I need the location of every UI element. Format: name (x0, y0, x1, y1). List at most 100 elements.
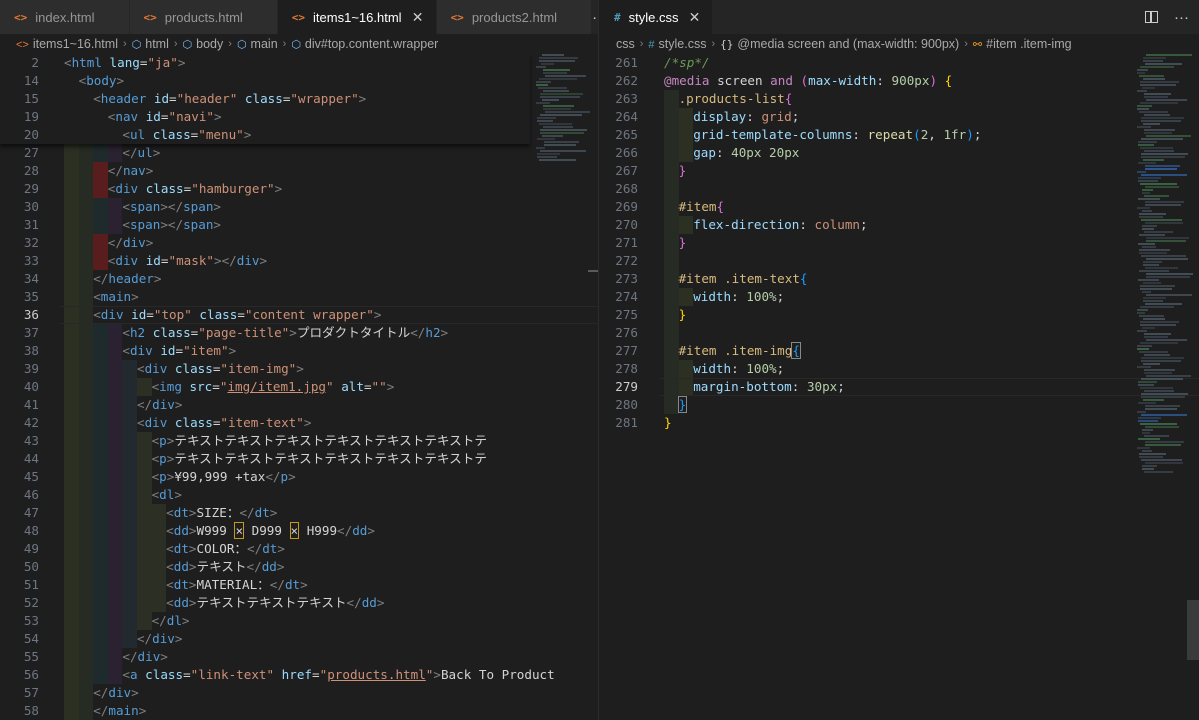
code-line[interactable]: 50 <dd>テキスト</dd> (0, 558, 530, 576)
indent-guide (107, 558, 123, 576)
tab-products-html[interactable]: <>products.html✕ (129, 0, 278, 34)
code-line[interactable]: 40 <img src="img/item1.jpg" alt=""> (0, 378, 530, 396)
breadcrumb-item[interactable]: ⚯ #item .item-img (973, 37, 1072, 51)
minimap-line (1139, 453, 1166, 455)
breadcrumb-item[interactable]: ⬡ body (183, 37, 224, 51)
code-line[interactable]: 33 <div id="mask"></div> (0, 252, 530, 270)
code-line[interactable]: 41 </div> (0, 396, 530, 414)
code-editor-css[interactable]: 261/*sp*/262 @media screen and (max-width… (600, 54, 1199, 720)
minimap-line (1142, 432, 1150, 434)
code-line[interactable]: 56 <a class="link-text" href="products.ht… (0, 666, 555, 684)
breadcrumb-item[interactable]: css (616, 37, 635, 51)
line-number: 54 (23, 631, 39, 646)
split-editor-icon[interactable] (1145, 11, 1158, 23)
code-line[interactable]: 272 (600, 252, 1130, 270)
code-line[interactable]: 34 </header> (0, 270, 530, 288)
code-line[interactable]: 39 <div class="item-img"> (0, 360, 530, 378)
code-line[interactable]: 42 <div class="item-text"> (0, 414, 530, 432)
code-line[interactable]: 262 @media screen and (max-width: 900px) … (600, 72, 1130, 90)
minimap[interactable] (534, 54, 598, 720)
breadcrumb-item[interactable]: ⬡ main (237, 37, 278, 51)
code-line[interactable]: 29 <div class="hamburger"> (0, 180, 530, 198)
code-line[interactable]: 275} (600, 306, 1130, 324)
code-line[interactable]: 57 </div> (0, 684, 530, 702)
code-line[interactable]: 269 #item{ (600, 198, 1130, 216)
code-line[interactable]: 261 /*sp*/ (600, 54, 1130, 72)
code-token: "header" (176, 91, 238, 106)
code-line[interactable]: 47 <dt>SIZE：</dt> (0, 504, 530, 522)
close-icon[interactable]: ✕ (410, 9, 426, 26)
code-line[interactable]: 35 <main> (0, 288, 530, 306)
code-line[interactable]: 53 </dl> (0, 612, 530, 630)
breadcrumb-item[interactable]: ⬡ div#top.content.wrapper (291, 37, 438, 51)
code-line[interactable]: 270 flex-direction: column; (600, 216, 1130, 234)
sticky-scroll-header[interactable]: 2 <html lang="ja"> 14 <body> 15 <header id="h… (0, 54, 530, 144)
code-line[interactable]: 280} (600, 396, 1130, 414)
minimap-line (1138, 141, 1157, 143)
code-line[interactable]: 281} (600, 414, 1130, 432)
code-line[interactable]: 14 <body> (0, 72, 530, 90)
breadcrumb-item[interactable]: {} @media screen and (max-width: 900px) (720, 37, 959, 51)
code-token: MATERIAL： (196, 577, 270, 592)
code-line[interactable]: 263 .products-list{ (600, 90, 1130, 108)
code-line[interactable]: 264 display: grid; (600, 108, 1130, 126)
code-line[interactable]: 31 <span></span> (0, 216, 530, 234)
code-line[interactable]: 36 <div id="top" class="content wrapper"> (0, 306, 598, 324)
code-line[interactable]: 274 width: 100%; (600, 288, 1130, 306)
code-line[interactable]: 265 grid-template-columns: repeat(2, 1fr)… (600, 126, 1130, 144)
code-line[interactable]: 54 </div> (0, 630, 530, 648)
code-line[interactable]: 32 </div> (0, 234, 530, 252)
code-line[interactable]: 48 <dd>W999 × D999 × H999</dd> (0, 522, 530, 540)
code-line[interactable]: 51 <dt>MATERIAL：</dt> (0, 576, 530, 594)
code-line[interactable]: 267} (600, 162, 1130, 180)
code-line[interactable]: 273 #item .item-text{ (600, 270, 1130, 288)
code-token: " (326, 379, 334, 394)
code-editor-html[interactable]: 27 </ul> 28 </nav> 29 <div class="hamburger">… (0, 54, 598, 720)
code-line[interactable]: 2 <html lang="ja"> (0, 54, 530, 72)
indent-guide (678, 216, 694, 234)
breadcrumb-item[interactable]: ⬡ html (132, 37, 169, 51)
code-line[interactable]: 46 <dl> (0, 486, 530, 504)
code-line[interactable]: 45 <p>¥99,999 +tax</p> (0, 468, 530, 486)
code-line[interactable]: 19 <nav id="navi"> (0, 108, 530, 126)
minimap-line (1141, 396, 1185, 398)
breadcrumb-item[interactable]: <> items1~16.html (16, 37, 118, 51)
tab-index-html[interactable]: <>index.html✕ (0, 0, 130, 34)
code-line[interactable]: 266 gap: 40px 20px (600, 144, 1130, 162)
code-line[interactable]: 38 <div id="item"> (0, 342, 530, 360)
code-line[interactable]: 278 width: 100%; (600, 360, 1130, 378)
code-token: = (146, 307, 154, 322)
code-line[interactable]: 27 </ul> (0, 144, 530, 162)
code-line[interactable]: 52 <dd>テキストテキストテキスト</dd> (0, 594, 530, 612)
close-icon[interactable]: ✕ (686, 9, 702, 26)
vertical-scrollbar[interactable] (1187, 54, 1199, 720)
code-line[interactable]: 279 margin-bottom: 30px; (600, 378, 1199, 396)
code-token: : (799, 217, 815, 232)
code-line[interactable]: 30 <span></span> (0, 198, 530, 216)
indent-guide (93, 126, 108, 144)
code-line[interactable]: 44 <p>テキストテキストテキストテキストテキストテキストテ (0, 450, 530, 468)
breadcrumb-item[interactable]: # style.css (648, 37, 706, 51)
code-line[interactable]: 276 (600, 324, 1130, 342)
code-line[interactable]: 271} (600, 234, 1130, 252)
tab-items1-16-html[interactable]: <> items1~16.html ✕ (277, 0, 437, 34)
tab-style-css[interactable]: # style.css ✕ (600, 0, 714, 34)
code-line[interactable]: 55 </div> (0, 648, 530, 666)
code-line[interactable]: 49 <dt>COLOR：</dt> (0, 540, 530, 558)
indent-guide (93, 144, 108, 162)
code-line[interactable]: 268 (600, 180, 1130, 198)
code-line[interactable]: 28 </nav> (0, 162, 530, 180)
code-line[interactable]: 277 #item .item-img{ (600, 342, 1130, 360)
code-line[interactable]: 15 <header id="header" class="wrapper"> (0, 90, 530, 108)
resize-sash[interactable] (588, 270, 598, 272)
code-line[interactable]: 37 <h2 class="page-title">プロダクトタイトル</h2> (0, 324, 530, 342)
scrollbar-thumb[interactable] (1187, 600, 1199, 660)
tab-products2-html[interactable]: <>products2.html✕ (436, 0, 593, 34)
code-token: ul (129, 127, 146, 142)
code-line[interactable]: 58 </main> (0, 702, 530, 720)
code-line[interactable]: 43 <p>テキストテキストテキストテキストテキストテキストテ (0, 432, 530, 450)
more-actions-icon[interactable]: ··· (1174, 9, 1189, 26)
more-actions-icon[interactable]: ··· (592, 9, 598, 26)
code-line[interactable]: 20 <ul class="menu"> (0, 126, 530, 144)
indent-guide (93, 234, 108, 252)
